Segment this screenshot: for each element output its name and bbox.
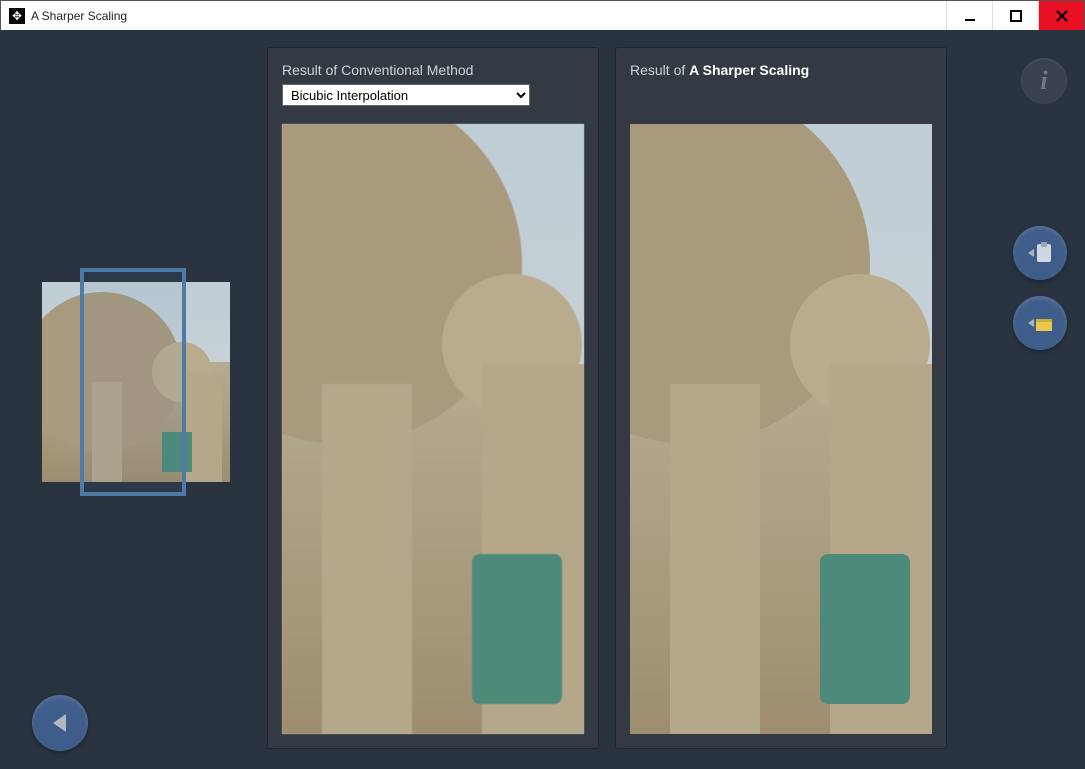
crop-selection-box[interactable]: [80, 268, 186, 496]
app-icon: [9, 8, 25, 24]
conventional-preview[interactable]: [282, 124, 584, 734]
sharper-preview[interactable]: [630, 124, 932, 734]
clipboard-icon: [1026, 239, 1054, 267]
close-button[interactable]: [1038, 1, 1084, 31]
minimize-icon: [964, 10, 976, 22]
right-column: i: [964, 48, 1067, 751]
conventional-panel-title: Result of Conventional Method: [282, 62, 584, 78]
close-icon: [1056, 10, 1068, 22]
back-button[interactable]: [32, 695, 88, 751]
interpolation-method-select[interactable]: Bicubic Interpolation: [282, 84, 530, 106]
source-thumbnail[interactable]: [42, 282, 230, 482]
copy-to-clipboard-button[interactable]: [1013, 226, 1067, 280]
minimize-button[interactable]: [946, 1, 992, 31]
save-to-file-button[interactable]: [1013, 296, 1067, 350]
sharper-result-panel: Result of A Sharper Scaling: [616, 48, 946, 748]
folder-icon: [1026, 309, 1054, 337]
maximize-button[interactable]: [992, 1, 1038, 31]
conventional-result-panel: Result of Conventional Method Bicubic In…: [268, 48, 598, 748]
info-button[interactable]: i: [1021, 58, 1067, 104]
title-bar: A Sharper Scaling: [1, 1, 1084, 31]
info-icon: i: [1040, 66, 1047, 96]
client-area: Result of Conventional Method Bicubic In…: [0, 30, 1085, 769]
sharper-panel-title: Result of A Sharper Scaling: [630, 62, 932, 78]
maximize-icon: [1010, 10, 1022, 22]
triangle-left-icon: [49, 712, 71, 734]
sharper-title-brand: A Sharper Scaling: [689, 62, 809, 78]
sharper-title-prefix: Result of: [630, 62, 689, 78]
left-column: [18, 48, 268, 751]
window-title: A Sharper Scaling: [31, 9, 127, 23]
